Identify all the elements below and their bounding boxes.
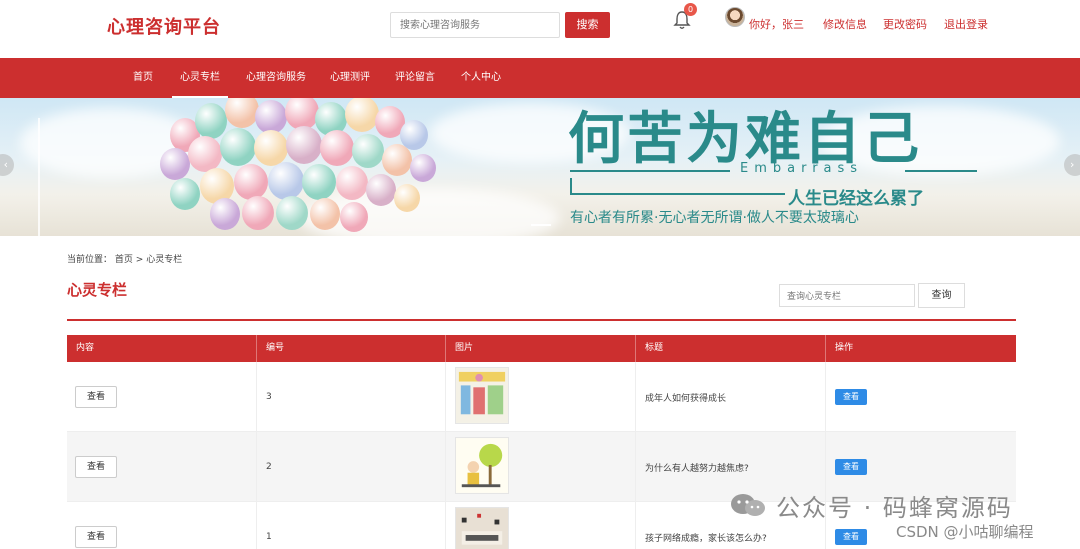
banner-light-streak — [38, 118, 40, 236]
nav-item-column[interactable]: 心灵专栏 — [172, 58, 228, 98]
csdn-watermark: CSDN @小咕聊编程 — [896, 523, 1034, 541]
row-title[interactable]: 成年人如何获得成长 — [645, 391, 726, 404]
row-number: 3 — [266, 392, 272, 402]
wechat-icon — [731, 494, 765, 516]
row-view-button[interactable]: 查看 — [835, 389, 867, 405]
balloon-cluster — [150, 98, 470, 236]
site-logo[interactable]: 心理咨询平台 — [107, 13, 221, 39]
breadcrumb: 当前位置： 首页 > 心灵专栏 — [67, 252, 182, 265]
banner-english: Embarrass — [740, 161, 864, 176]
site-search-button[interactable]: 搜索 — [565, 12, 610, 38]
view-content-button[interactable]: 查看 — [75, 456, 117, 478]
carousel-next-button[interactable]: › — [1064, 154, 1080, 176]
watermark-text: 公众号 · 码蜂窝源码 — [776, 494, 1013, 522]
header-content: 内容 — [67, 335, 257, 362]
article-thumbnail[interactable] — [455, 507, 509, 549]
edit-info-link[interactable]: 修改信息 — [823, 16, 867, 32]
header-number: 编号 — [257, 335, 446, 362]
header-action: 操作 — [835, 343, 854, 353]
main-nav: 首页 心灵专栏 心理咨询服务 心理测评 评论留言 个人中心 — [0, 58, 1080, 98]
breadcrumb-home[interactable]: 首页 — [115, 255, 133, 265]
table-header: 内容 编号 图片 标题 操作 — [67, 335, 1016, 362]
article-thumbnail[interactable] — [455, 437, 509, 494]
site-search-input[interactable] — [390, 12, 560, 38]
row-view-button[interactable]: 查看 — [835, 459, 867, 475]
breadcrumb-prefix: 当前位置： — [67, 255, 113, 265]
banner-slogan: 有心者有所累·无心者无所谓·做人不要太玻璃心 — [570, 210, 859, 226]
avatar[interactable] — [725, 7, 745, 27]
banner-subtitle: 人生已经这么累了 — [788, 189, 924, 209]
view-content-button[interactable]: 查看 — [75, 386, 117, 408]
header-image: 图片 — [446, 335, 636, 362]
section-divider — [67, 319, 1016, 321]
row-title[interactable]: 为什么有人越努力越焦虑? — [645, 461, 749, 474]
nav-item-home[interactable]: 首页 — [133, 58, 153, 98]
page-title: 心灵专栏 — [67, 281, 128, 299]
nav-item-comments[interactable]: 评论留言 — [395, 58, 435, 98]
row-number: 1 — [266, 532, 272, 542]
change-password-link[interactable]: 更改密码 — [883, 16, 927, 32]
row-view-button[interactable]: 查看 — [835, 529, 867, 545]
nav-item-personal-center[interactable]: 个人中心 — [461, 58, 501, 98]
column-search-button[interactable]: 查询 — [918, 283, 965, 308]
breadcrumb-current: 心灵专栏 — [146, 255, 183, 265]
column-search-input[interactable] — [779, 284, 915, 307]
view-content-button[interactable]: 查看 — [75, 526, 117, 548]
nav-item-consult-service[interactable]: 心理咨询服务 — [246, 58, 306, 98]
breadcrumb-separator: > — [135, 255, 144, 265]
row-number: 2 — [266, 462, 272, 472]
table-row: 查看 3 成年人如何获得成长 查看 — [67, 362, 1016, 432]
banner-rule — [570, 193, 785, 195]
banner-rule — [570, 178, 572, 194]
carousel-indicator[interactable] — [531, 224, 551, 226]
top-header: 心理咨询平台 搜索 0 你好，张三 修改信息 更改密码 退出登录 — [0, 0, 1080, 58]
carousel-prev-button[interactable]: ‹ — [0, 154, 14, 176]
row-title[interactable]: 孩子网络成瘾，家长该怎么办? — [645, 531, 767, 544]
banner-rule — [570, 170, 730, 172]
notification-badge: 0 — [684, 3, 697, 16]
header-title: 标题 — [636, 335, 826, 362]
logout-link[interactable]: 退出登录 — [944, 16, 988, 32]
nav-item-assessment[interactable]: 心理测评 — [330, 58, 370, 98]
user-greeting: 你好，张三 — [749, 18, 804, 31]
article-thumbnail[interactable] — [455, 367, 509, 424]
banner-rule — [905, 170, 977, 172]
hero-banner: 何苦为难自己 Embarrass 人生已经这么累了 有心者有所累·无心者无所谓·… — [0, 98, 1080, 236]
